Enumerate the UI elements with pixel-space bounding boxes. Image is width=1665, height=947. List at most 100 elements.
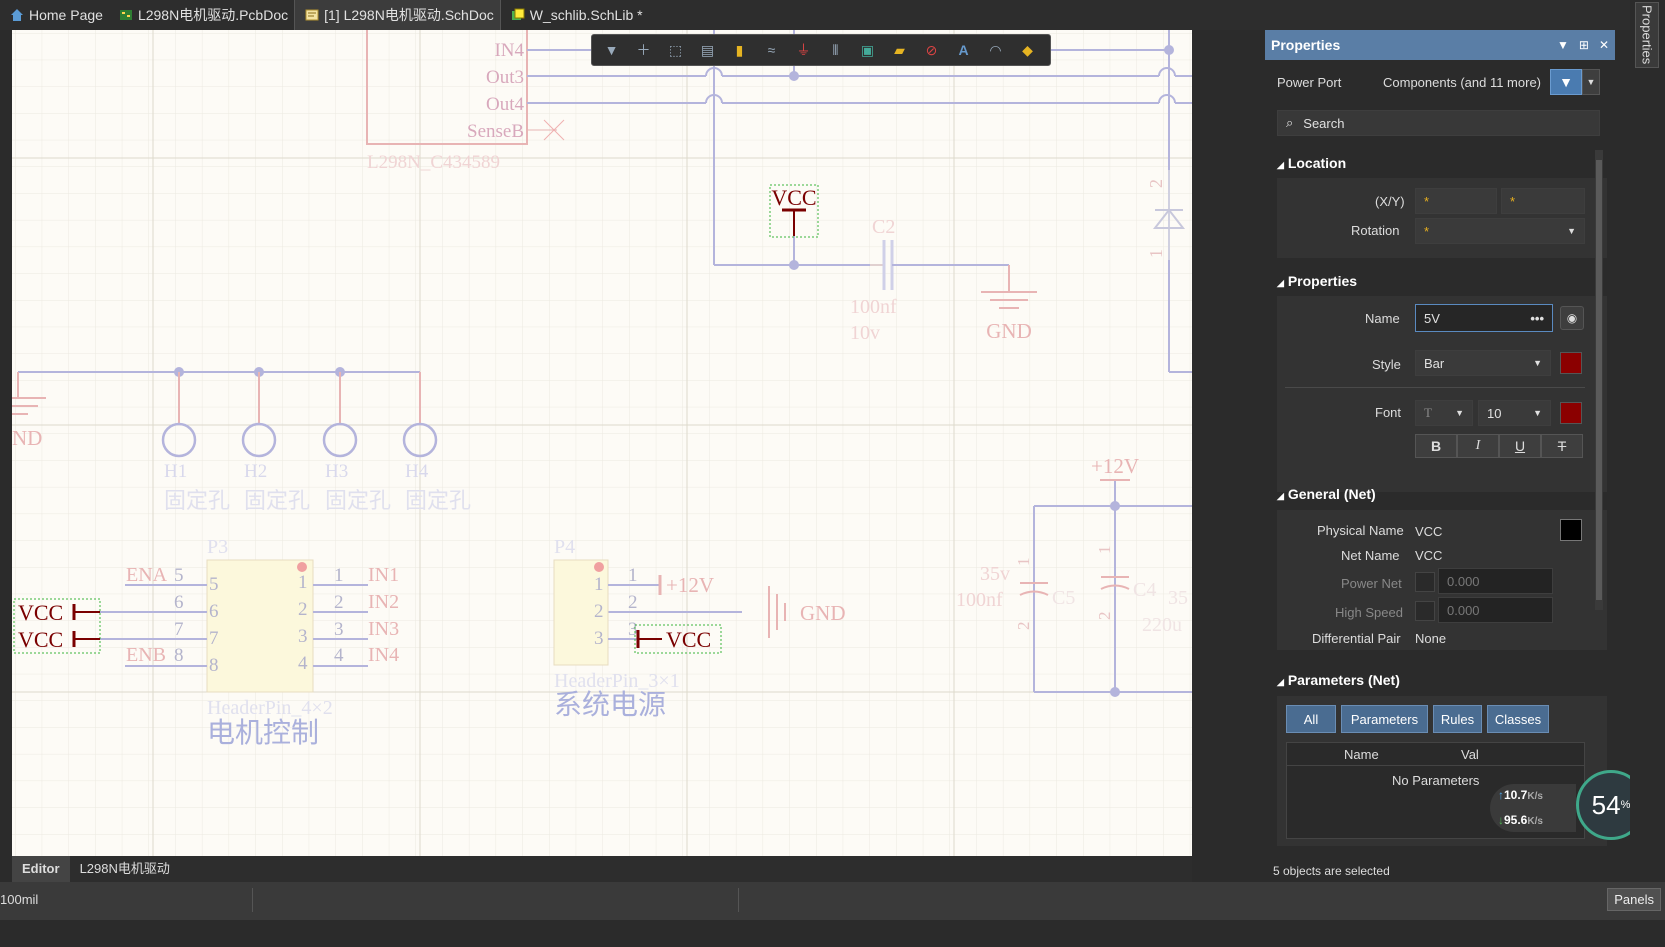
snippet-icon[interactable]: ◆: [1018, 41, 1037, 60]
close-icon[interactable]: ✕: [1599, 38, 1609, 52]
port-icon[interactable]: ▰: [890, 41, 909, 60]
font-color-swatch[interactable]: [1560, 402, 1582, 424]
filter-summary[interactable]: Components (and 11 more): [1383, 75, 1541, 90]
object-kind: Power Port: [1277, 75, 1342, 90]
sheet-symbol-icon[interactable]: ▣: [858, 41, 877, 60]
search-input[interactable]: ⌕ Search: [1277, 110, 1600, 136]
power-net-checkbox[interactable]: [1415, 572, 1435, 592]
style-color-swatch[interactable]: [1560, 352, 1582, 374]
params-rules-button[interactable]: Rules: [1433, 705, 1482, 733]
section-parameters-net[interactable]: ◢ Parameters (Net): [1277, 672, 1400, 688]
editor-tab-sheet[interactable]: L298N电机驱动: [70, 856, 180, 882]
underline-button[interactable]: U: [1499, 434, 1541, 458]
collapse-icon: ◢: [1277, 278, 1284, 288]
style-label: Style: [1372, 357, 1401, 372]
p3-pin: 4: [334, 645, 344, 666]
arc-icon[interactable]: ◠: [986, 41, 1005, 60]
power-net-label: Power Net: [1341, 576, 1402, 591]
params-parameters-button[interactable]: Parameters: [1341, 705, 1428, 733]
high-speed-checkbox[interactable]: [1415, 601, 1435, 621]
usage-percent-sign: %: [1620, 799, 1631, 811]
collapse-icon: ◢: [1277, 160, 1284, 170]
panel-scrollbar[interactable]: [1595, 150, 1603, 610]
align-icon[interactable]: ▤: [698, 41, 717, 60]
properties-panel-header: Properties ▼ ⊞ ✕: [1265, 30, 1615, 60]
p3-pin: 1: [334, 565, 344, 586]
divider: [738, 888, 739, 912]
style-select[interactable]: Bar ▼: [1415, 350, 1551, 376]
directive-icon[interactable]: ⊘: [922, 41, 941, 60]
power-net-input[interactable]: 0.000: [1438, 568, 1553, 594]
section-properties[interactable]: ◢ Properties: [1277, 273, 1357, 289]
editor-tab-editor[interactable]: Editor: [12, 856, 70, 882]
p3-net-enb: ENB: [126, 644, 166, 666]
panels-button[interactable]: Panels: [1607, 888, 1661, 911]
collapse-icon: ◢: [1277, 491, 1284, 501]
p4-net-gnd: GND: [800, 601, 846, 625]
params-classes-button[interactable]: Classes: [1487, 705, 1549, 733]
c4-pin: 1: [1095, 546, 1114, 555]
p4-net-vcc: VCC: [666, 627, 711, 652]
p3-net-in2: IN2: [368, 591, 399, 613]
diode-pin-2: 2: [1146, 179, 1166, 188]
c4-ref: C4: [1133, 579, 1156, 601]
high-speed-input[interactable]: 0.000: [1438, 597, 1553, 623]
tab-home-page[interactable]: Home Page: [0, 0, 109, 30]
font-face-select[interactable]: T ▼: [1415, 400, 1473, 426]
x-input[interactable]: *: [1415, 188, 1497, 214]
section-title: General (Net): [1287, 486, 1376, 502]
chevron-down-icon: ▼: [1567, 226, 1576, 236]
more-icon[interactable]: •••: [1530, 311, 1544, 326]
right-panel-strip: [1630, 0, 1665, 882]
strikethrough-button[interactable]: T: [1541, 434, 1583, 458]
plus12v-power-port[interactable]: +12V: [1091, 454, 1139, 481]
panel-menu-icon[interactable]: ▼: [1557, 38, 1569, 52]
pin-icon[interactable]: ⊞: [1579, 38, 1589, 52]
c5-ref: C5: [1052, 587, 1075, 609]
wire-icon[interactable]: ≈: [762, 41, 781, 60]
crosshair-icon[interactable]: ＋: [634, 41, 653, 60]
p3-pin-inner: 7: [209, 628, 219, 649]
p3-pin-inner: 1: [298, 572, 308, 593]
p4-pin: 2: [628, 592, 638, 613]
name-input[interactable]: 5V •••: [1415, 304, 1553, 332]
font-size-select[interactable]: 10 ▼: [1478, 400, 1551, 426]
tab-pcb-doc[interactable]: L298N电机驱动.PcbDoc: [109, 0, 294, 30]
tab-schlib[interactable]: W_schlib.SchLib *: [501, 0, 649, 30]
col-value[interactable]: Val: [1461, 747, 1479, 762]
scrollbar-thumb[interactable]: [1596, 160, 1602, 600]
bus-icon[interactable]: ⫴: [826, 41, 845, 60]
filter-button[interactable]: ▼: [1550, 69, 1582, 95]
select-area-icon[interactable]: ⬚: [666, 41, 685, 60]
net-color-swatch[interactable]: [1560, 519, 1582, 541]
bold-button[interactable]: B: [1415, 434, 1457, 458]
power-port-icon[interactable]: ⏚: [794, 41, 813, 60]
gnd-label: GND: [986, 319, 1032, 343]
properties-side-tab[interactable]: Properties: [1635, 2, 1659, 68]
section-general-net[interactable]: ◢ General (Net): [1277, 486, 1376, 502]
filter-dropdown-button[interactable]: ▼: [1582, 69, 1600, 95]
c2-value: 100nf: [850, 296, 897, 318]
hole-desc: 固定孔: [325, 489, 391, 514]
schematic-sheet[interactable]: IN4 Out3 Out4 SenseB L298N_C434589 VCC C…: [12, 30, 1192, 856]
italic-button[interactable]: I: [1457, 434, 1499, 458]
sch-doc-icon: [305, 8, 319, 22]
eye-icon: ◉: [1566, 311, 1578, 325]
visibility-toggle[interactable]: ◉: [1560, 306, 1584, 330]
y-input[interactable]: *: [1501, 188, 1585, 214]
col-name[interactable]: Name: [1344, 747, 1379, 762]
editor-tab-bar: Editor L298N电机驱动: [12, 856, 1192, 882]
text-icon[interactable]: A: [954, 41, 973, 60]
properties-panel: Properties ▼ ⊞ ✕ Power Port Components (…: [1265, 30, 1615, 882]
schematic-canvas[interactable]: IN4 Out3 Out4 SenseB L298N_C434589 VCC C…: [12, 30, 1192, 856]
section-location[interactable]: ◢ Location: [1277, 155, 1346, 171]
tab-sch-doc[interactable]: [1] L298N电机驱动.SchDoc: [294, 0, 501, 30]
filter-icon[interactable]: ▼: [602, 41, 621, 60]
rotation-select[interactable]: * ▼: [1415, 218, 1585, 244]
c4-pin: 2: [1095, 612, 1114, 621]
params-all-button[interactable]: All: [1286, 705, 1336, 733]
component-icon[interactable]: ▮: [730, 41, 749, 60]
collapse-icon: ◢: [1277, 677, 1284, 687]
tab-label: Home Page: [29, 7, 103, 23]
p4-plus12v-port[interactable]: +12V: [658, 573, 714, 597]
